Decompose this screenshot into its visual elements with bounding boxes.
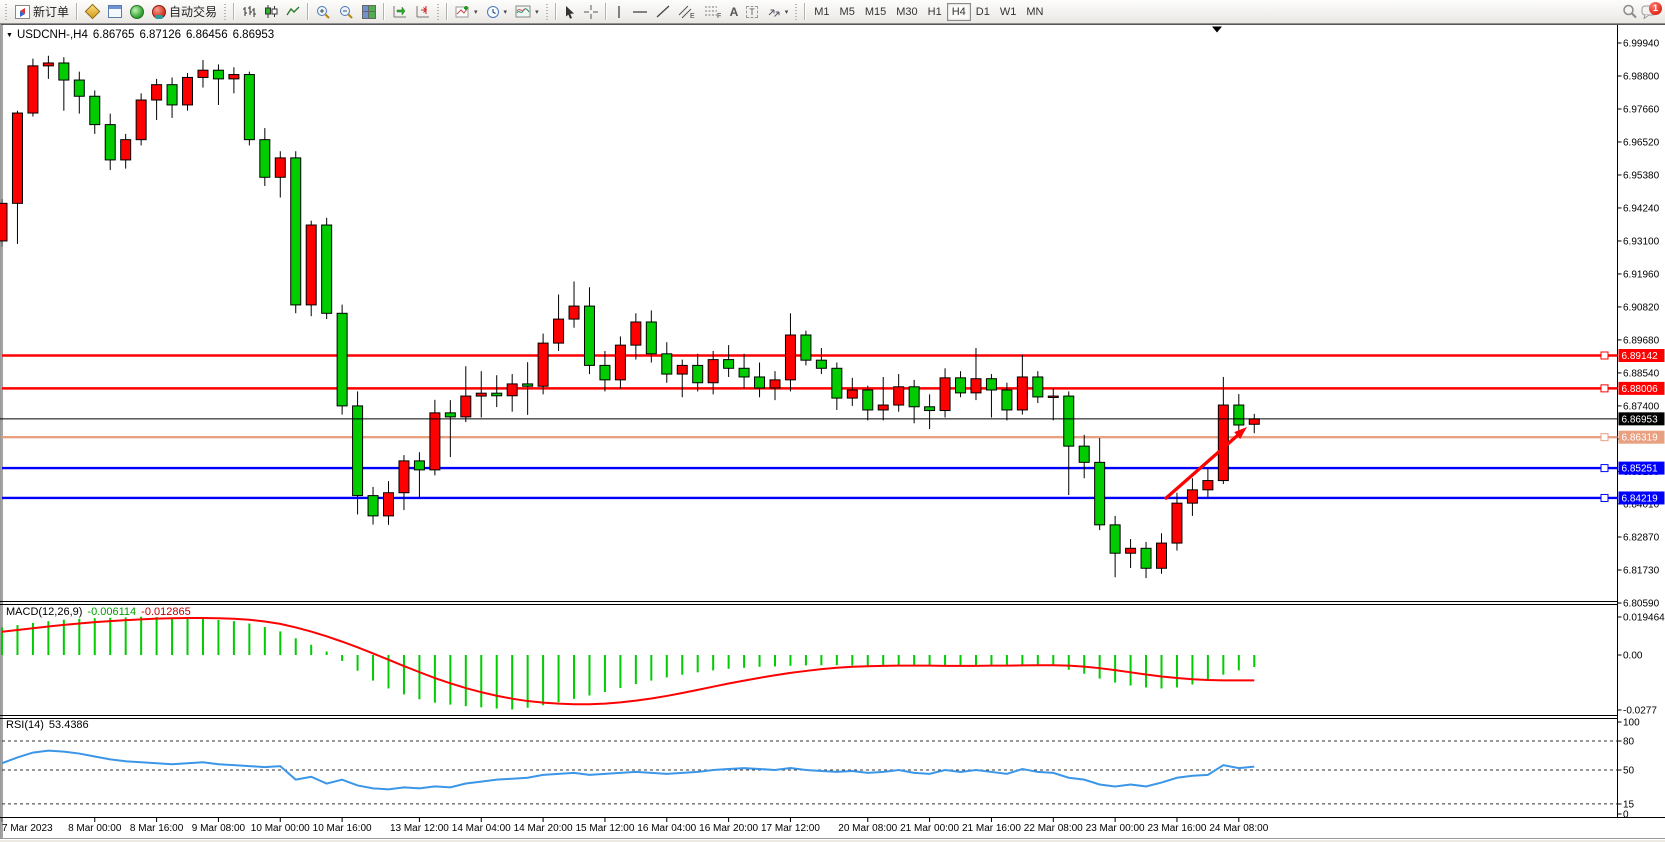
- toolbar: 新订单 自动交易 ▾ ▾ ▾: [0, 0, 1665, 24]
- auto-scroll-icon: [392, 5, 407, 18]
- zoom-in-icon: [316, 5, 331, 19]
- svg-text:E: E: [690, 13, 695, 19]
- cursor-tool-button[interactable]: [560, 2, 580, 22]
- vertical-line-tool-button[interactable]: [610, 2, 628, 22]
- zoom-out-icon: [339, 5, 354, 19]
- clock-icon: [486, 5, 500, 19]
- trendline-tool-button[interactable]: [652, 2, 674, 22]
- tab-timeframe-W1[interactable]: W1: [995, 3, 1022, 21]
- autotrading-label: 自动交易: [169, 3, 217, 20]
- chevron-down-icon: ▾: [785, 8, 789, 16]
- crosshair-icon: [584, 5, 598, 19]
- crosshair-tool-button[interactable]: [580, 2, 602, 22]
- candlestick-chart-icon: [264, 5, 278, 18]
- tab-timeframe-M1[interactable]: M1: [809, 3, 834, 21]
- notification-badge: 1: [1649, 2, 1662, 15]
- chevron-down-icon: ▾: [504, 8, 508, 16]
- timeframe-group: M1M5M15M30H1H4D1W1MN: [809, 3, 1048, 21]
- chevron-down-icon: ▾: [474, 8, 478, 16]
- data-window-icon: [108, 5, 122, 18]
- search-icon: [1622, 4, 1637, 19]
- chart-shift-button[interactable]: [411, 2, 434, 22]
- line-chart-button[interactable]: [282, 2, 304, 22]
- text-tool-button[interactable]: A: [726, 2, 743, 22]
- tab-timeframe-MN[interactable]: MN: [1021, 3, 1048, 21]
- tab-timeframe-H4[interactable]: H4: [947, 3, 971, 21]
- line-chart-icon: [286, 5, 300, 18]
- new-order-icon: [15, 5, 30, 19]
- toolbar-grip[interactable]: [4, 4, 9, 20]
- zoom-in-button[interactable]: [312, 2, 335, 22]
- arrows-icon: [766, 5, 781, 18]
- indicators-button[interactable]: ▾: [451, 2, 482, 22]
- tab-timeframe-M30[interactable]: M30: [891, 3, 922, 21]
- chart-shift-icon: [415, 5, 430, 18]
- horizontal-line-icon: [632, 6, 648, 18]
- chevron-down-icon: ▾: [535, 8, 539, 16]
- templates-button[interactable]: ▾: [511, 2, 543, 22]
- vertical-line-icon: [614, 5, 624, 19]
- tab-timeframe-M5[interactable]: M5: [835, 3, 860, 21]
- tab-timeframe-H1[interactable]: H1: [923, 3, 947, 21]
- tile-windows-icon: [362, 5, 376, 19]
- new-order-label: 新订单: [33, 3, 69, 20]
- tab-timeframe-D1[interactable]: D1: [971, 3, 995, 21]
- svg-text:F: F: [717, 13, 721, 19]
- text-label-icon: T: [746, 6, 758, 18]
- text-icon: A: [730, 6, 739, 18]
- bar-chart-icon: [242, 5, 256, 18]
- trendline-icon: [656, 5, 670, 18]
- fibonacci-tool-button[interactable]: F: [700, 2, 726, 22]
- templates-icon: [515, 5, 531, 18]
- navigator-icon: [130, 5, 144, 19]
- autotrading-icon: [152, 5, 166, 19]
- indicators-icon: [455, 5, 470, 18]
- text-label-tool-button[interactable]: T: [742, 2, 762, 22]
- periods-button[interactable]: ▾: [482, 2, 512, 22]
- zoom-out-button[interactable]: [335, 2, 358, 22]
- cursor-icon: [564, 5, 576, 19]
- market-watch-icon: [85, 4, 101, 20]
- bar-chart-button[interactable]: [238, 2, 260, 22]
- autotrading-button[interactable]: 自动交易: [148, 2, 221, 22]
- new-order-button[interactable]: 新订单: [11, 2, 73, 22]
- search-button[interactable]: [1618, 2, 1641, 22]
- equidistant-channel-icon: E: [678, 5, 696, 19]
- chart-window[interactable]: [0, 24, 1665, 840]
- candlestick-chart-button[interactable]: [260, 2, 282, 22]
- fibonacci-icon: F: [704, 5, 722, 19]
- horizontal-line-tool-button[interactable]: [628, 2, 652, 22]
- equidistant-channel-tool-button[interactable]: E: [674, 2, 700, 22]
- market-watch-button[interactable]: [81, 2, 104, 22]
- auto-scroll-button[interactable]: [388, 2, 411, 22]
- tile-windows-button[interactable]: [358, 2, 380, 22]
- tab-timeframe-M15[interactable]: M15: [860, 3, 891, 21]
- navigator-button[interactable]: [126, 2, 148, 22]
- data-window-button[interactable]: [104, 2, 126, 22]
- arrows-tool-button[interactable]: ▾: [762, 2, 793, 22]
- chat-button[interactable]: 1: [1641, 2, 1663, 22]
